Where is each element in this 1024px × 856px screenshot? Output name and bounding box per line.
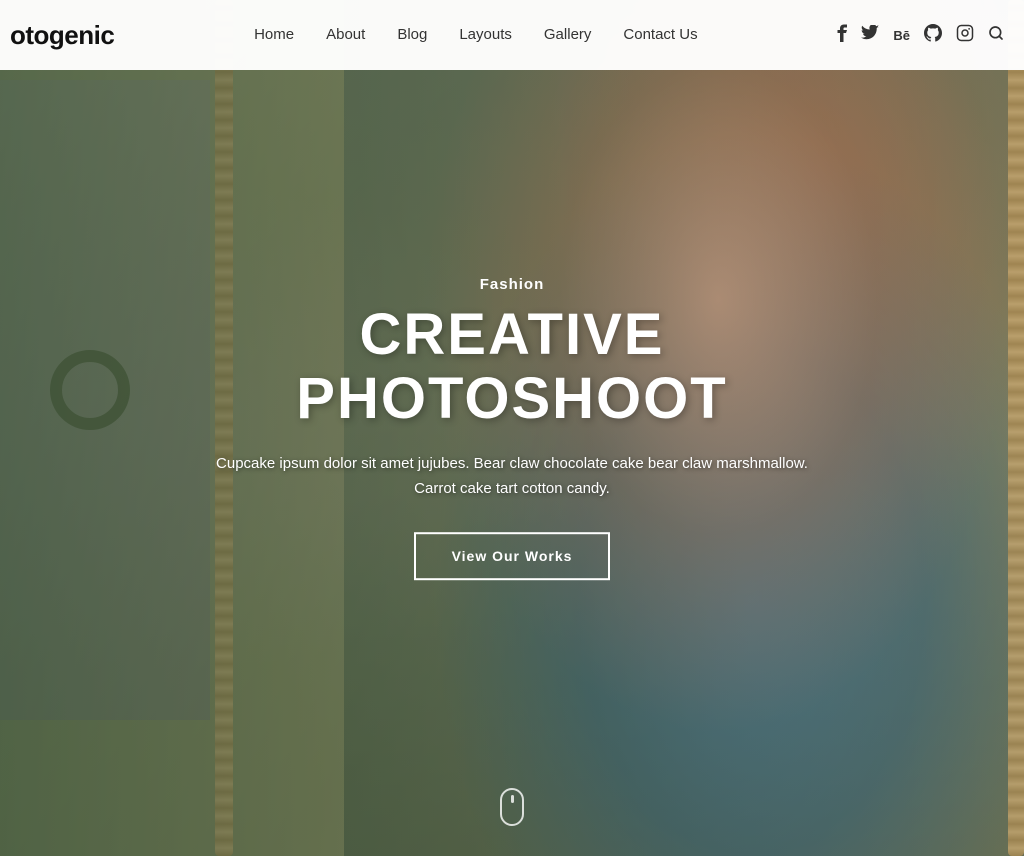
hero-title: CREATIVE PHOTOSHOOT (212, 303, 812, 431)
nav-item-home[interactable]: Home (254, 26, 294, 44)
nav-link-layouts[interactable]: Layouts (459, 26, 512, 43)
scroll-indicator (500, 788, 524, 826)
github-icon[interactable] (924, 24, 942, 47)
hero-section: Fashion CREATIVE PHOTOSHOOT Cupcake ipsu… (0, 0, 1024, 856)
search-icon[interactable] (988, 25, 1004, 46)
hero-description: Cupcake ipsum dolor sit amet jujubes. Be… (212, 451, 812, 502)
view-works-button[interactable]: View Our Works (414, 532, 611, 580)
nav-link-gallery[interactable]: Gallery (544, 26, 592, 43)
twitter-icon[interactable] (861, 25, 879, 46)
instagram-icon[interactable] (956, 24, 974, 47)
scroll-mouse-icon (500, 788, 524, 826)
social-icons: Bē (837, 24, 1004, 47)
nav-links: Home About Blog Layouts Gallery Contact … (254, 26, 698, 44)
wreath-decoration (50, 350, 130, 430)
nav-item-about[interactable]: About (326, 26, 365, 44)
nav-item-layouts[interactable]: Layouts (459, 26, 512, 44)
navbar: otogenic Home About Blog Layouts Gallery… (0, 0, 1024, 70)
nav-link-contact[interactable]: Contact Us (623, 26, 697, 43)
nav-item-contact[interactable]: Contact Us (623, 26, 697, 44)
site-logo[interactable]: otogenic (10, 20, 114, 51)
nav-item-gallery[interactable]: Gallery (544, 26, 592, 44)
nav-item-blog[interactable]: Blog (397, 26, 427, 44)
nav-link-about[interactable]: About (326, 26, 365, 43)
hero-category: Fashion (212, 276, 812, 293)
nav-link-blog[interactable]: Blog (397, 26, 427, 43)
hero-content: Fashion CREATIVE PHOTOSHOOT Cupcake ipsu… (212, 276, 812, 580)
logo-text: otogenic (10, 20, 114, 50)
rope-right (1008, 0, 1024, 856)
facebook-icon[interactable] (837, 24, 847, 47)
scroll-dot (511, 795, 514, 803)
behance-icon[interactable]: Bē (893, 28, 910, 43)
nav-link-home[interactable]: Home (254, 26, 294, 43)
